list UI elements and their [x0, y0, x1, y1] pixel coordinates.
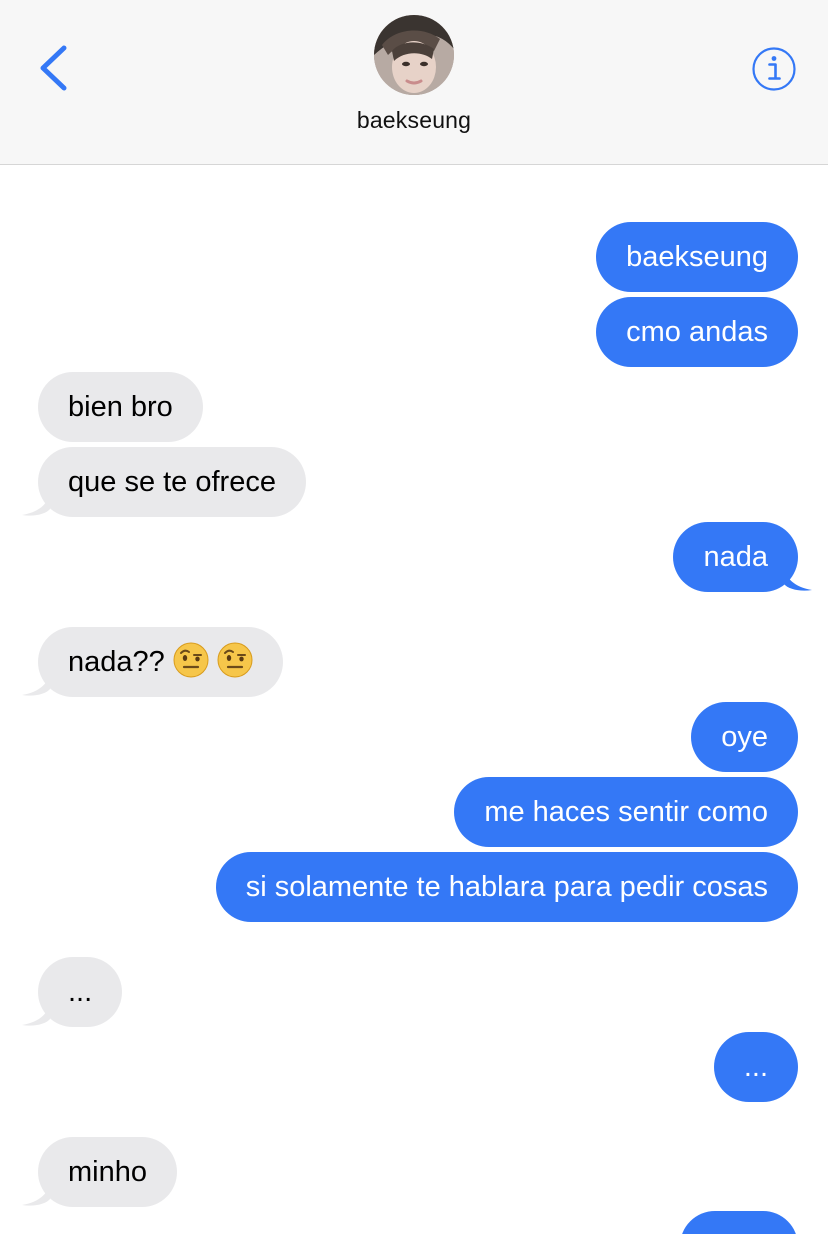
contact-name[interactable]: baekseung — [0, 107, 828, 134]
conversation-header: baekseung — [0, 0, 828, 165]
message-thread[interactable]: baekseung cmo andas bien bro que se te o… — [0, 165, 828, 1234]
info-button[interactable] — [751, 46, 797, 92]
bubble-tail — [22, 493, 50, 516]
raised-eyebrow-emoji-icon — [173, 642, 209, 678]
incoming-message[interactable]: nada?? — [38, 627, 283, 697]
outgoing-message[interactable]: me haces sentir como — [454, 777, 798, 847]
incoming-message[interactable]: minho — [38, 1137, 177, 1207]
outgoing-message[interactable]: baekseung — [596, 222, 798, 292]
bubble-tail — [784, 568, 812, 591]
bubble-tail — [22, 1003, 50, 1026]
raised-eyebrow-emoji-icon — [217, 642, 253, 678]
outgoing-message[interactable]: cmo andas — [596, 297, 798, 367]
message-text: nada?? — [68, 646, 165, 678]
incoming-message[interactable]: bien bro — [38, 372, 203, 442]
avatar[interactable] — [374, 15, 454, 95]
outgoing-message[interactable]: ... — [713, 1032, 798, 1102]
info-circle-icon — [752, 47, 796, 91]
outgoing-message[interactable]: si solamente te hablara para pedir cosas — [215, 852, 798, 922]
incoming-message[interactable]: que se te ofrece — [38, 447, 306, 517]
back-button[interactable] — [30, 40, 78, 96]
incoming-message[interactable]: ... — [38, 957, 123, 1027]
outgoing-message[interactable]: oye — [691, 702, 798, 772]
bubble-tail — [22, 1183, 50, 1206]
bubble-tail — [22, 673, 50, 696]
outgoing-message[interactable] — [680, 1211, 798, 1234]
chevron-left-icon — [40, 45, 67, 91]
outgoing-message[interactable]: nada — [673, 522, 798, 592]
